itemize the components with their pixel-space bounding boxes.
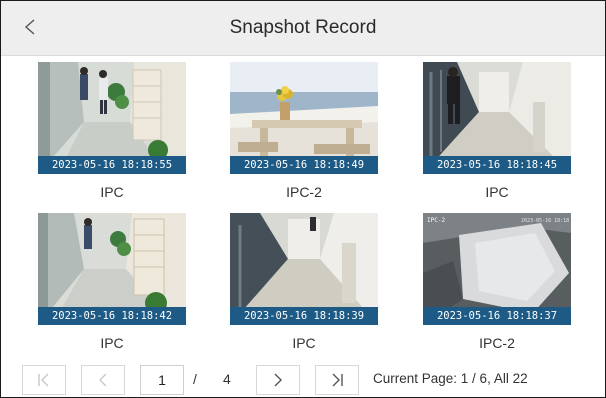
snapshot-timestamp: 2023-05-16 18:18:55 xyxy=(38,156,186,174)
snapshot-thumbnail: 2023-05-16 18:18:45 xyxy=(423,62,571,174)
snapshot-timestamp: 2023-05-16 18:18:49 xyxy=(230,156,378,174)
camera-name: IPC-2 xyxy=(286,184,322,200)
svg-text:2023-05-16 18:18: 2023-05-16 18:18 xyxy=(521,218,569,224)
snapshot-card[interactable]: 2023-05-16 18:18:39 IPC xyxy=(230,213,378,352)
last-page-button[interactable] xyxy=(315,365,359,395)
chevron-left-icon xyxy=(99,373,107,387)
previous-page-button[interactable] xyxy=(81,365,125,395)
snapshot-thumbnail: 2023-05-16 18:18:42 xyxy=(38,213,186,325)
snapshot-timestamp: 2023-05-16 18:18:45 xyxy=(423,156,571,174)
snapshot-card[interactable]: 2023-05-16 18:18:42 IPC xyxy=(38,213,186,352)
page-separator: / xyxy=(193,371,197,387)
page-title: Snapshot Record xyxy=(229,17,377,38)
header-bar: Snapshot Record xyxy=(1,1,605,56)
snapshot-card[interactable]: IPC-2 2023-05-16 18:18 2023-05-16 18:18:… xyxy=(423,213,571,352)
page-number-input[interactable] xyxy=(140,365,184,395)
snapshot-thumbnail: IPC-2 2023-05-16 18:18 2023-05-16 18:18:… xyxy=(423,213,571,325)
chevron-right-icon xyxy=(274,373,282,387)
snapshot-thumbnail: 2023-05-16 18:18:49 xyxy=(230,62,378,174)
svg-text:IPC-2: IPC-2 xyxy=(427,217,445,224)
snapshot-card[interactable]: 2023-05-16 18:18:49 IPC-2 xyxy=(230,62,378,201)
snapshot-card[interactable]: 2023-05-16 18:18:45 IPC xyxy=(423,62,571,201)
camera-name: IPC xyxy=(100,335,124,351)
snapshot-timestamp: 2023-05-16 18:18:39 xyxy=(230,307,378,325)
snapshot-thumbnail: 2023-05-16 18:18:39 xyxy=(230,213,378,325)
first-page-button[interactable] xyxy=(22,365,66,395)
snapshot-timestamp: 2023-05-16 18:18:37 xyxy=(423,307,571,325)
snapshot-record-window: Snapshot Record 2023-05-16 18:18:55 IPC … xyxy=(0,0,606,398)
snapshot-grid: 2023-05-16 18:18:55 IPC 2023-05-16 18:18… xyxy=(1,56,605,351)
pagination-bar: / 4 Current Page: 1 / 6, All 22 xyxy=(1,359,605,397)
page-info-text: Current Page: 1 / 6, All 22 xyxy=(373,371,528,386)
camera-name: IPC-2 xyxy=(479,335,515,351)
camera-name: IPC xyxy=(100,184,124,200)
snapshot-card[interactable]: 2023-05-16 18:18:55 IPC xyxy=(38,62,186,201)
camera-name: IPC xyxy=(292,335,316,351)
snapshot-thumbnail: 2023-05-16 18:18:55 xyxy=(38,62,186,174)
last-page-icon xyxy=(332,373,343,387)
camera-name: IPC xyxy=(485,184,509,200)
snapshot-timestamp: 2023-05-16 18:18:42 xyxy=(38,307,186,325)
first-page-icon xyxy=(38,373,49,387)
total-pages: 4 xyxy=(223,371,231,387)
next-page-button[interactable] xyxy=(256,365,300,395)
